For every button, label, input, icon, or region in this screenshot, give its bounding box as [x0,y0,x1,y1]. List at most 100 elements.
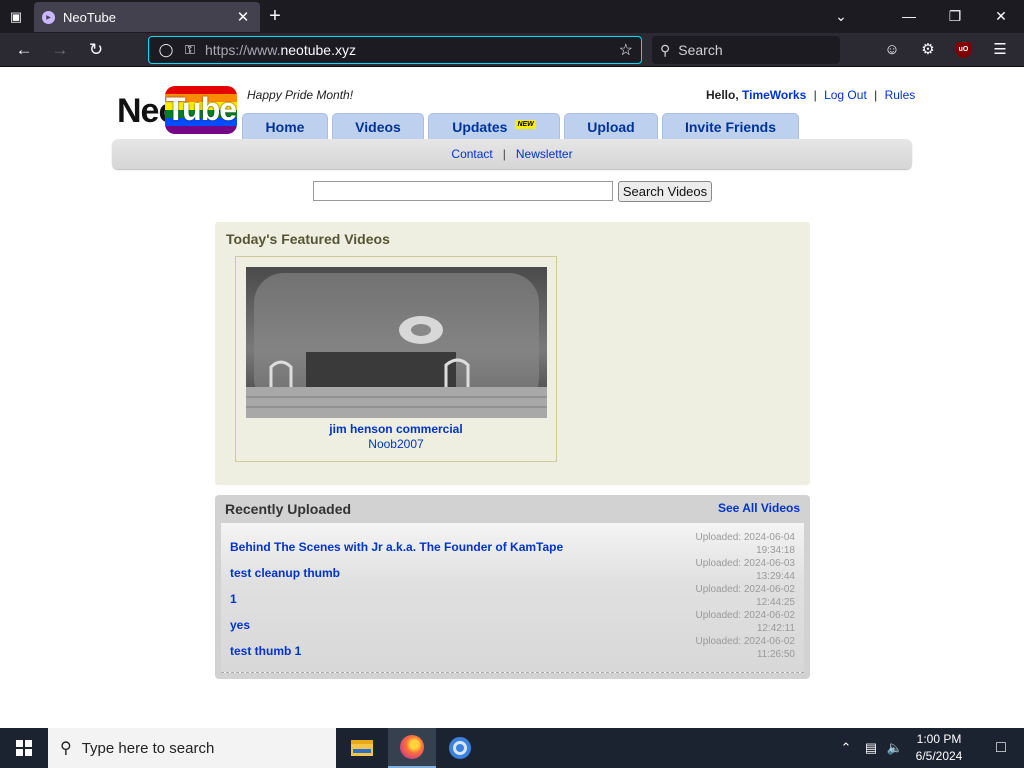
nav-tab-label: Upload [587,118,635,135]
url-text[interactable]: https://www.neotube.xyz [205,42,619,58]
tab-favicon-icon: ▶ [42,10,55,24]
bookmark-star-icon[interactable]: ☆ [619,40,633,60]
new-tab-icon[interactable]: + [264,5,286,27]
tab-list-icon[interactable]: ▣ [6,7,26,27]
recent-video-title[interactable]: test cleanup thumb [230,566,340,580]
rules-link[interactable]: Rules [885,88,916,102]
featured-video-title[interactable]: jim henson commercial [236,422,556,436]
nav-tab-invite-friends[interactable]: Invite Friends [662,113,799,139]
upload-time-label: 11:26:50 [756,649,795,660]
upload-date: Uploaded: 2024-06-02 11:26:50 [675,635,795,661]
url-bar[interactable]: ◯ ⚿ https://www.neotube.xyz ☆ [148,36,642,64]
username-link[interactable]: TimeWorks [742,88,806,102]
shield-icon[interactable]: ◯ [157,42,175,58]
taskbar-chrome[interactable] [436,728,484,768]
recent-video-title[interactable]: test thumb 1 [230,644,301,658]
browser-search-placeholder: Search [678,42,723,58]
featured-video-card: jim henson commercial Noob2007 [235,256,557,462]
list-item: Behind The Scenes with Jr a.k.a. The Fou… [221,531,804,557]
upload-time-label: 12:42:11 [756,623,795,634]
network-icon[interactable]: ▤ [860,728,882,768]
video-search-input[interactable] [313,181,613,201]
taskbar-search-placeholder: Type here to search [81,739,215,757]
nav-tab-home[interactable]: Home [242,113,328,139]
volume-muted-icon[interactable]: 🔈 [884,728,906,768]
upload-date: Uploaded: 2024-06-04 19:34:18 [675,531,795,557]
tab-close-icon[interactable]: ✕ [234,8,252,26]
see-all-videos-link[interactable]: See All Videos [718,501,800,515]
windows-logo-icon [16,740,32,756]
upload-time-label: 19:34:18 [756,545,795,556]
tagline: Happy Pride Month! [247,88,354,102]
nav-tab-videos[interactable]: Videos [332,113,424,139]
extensions-icon[interactable]: ⚙ [916,38,940,62]
list-item: test cleanup thumb Uploaded: 2024-06-03 1… [221,557,804,583]
neotube-page: Neo Tube Happy Pride Month! Hello, TimeW… [0,68,1024,728]
taskbar-file-explorer[interactable] [338,728,386,768]
featured-title: Today's Featured Videos [226,231,390,247]
thumbnail-image [246,267,547,418]
upload-date: Uploaded: 2024-06-02 12:42:11 [675,609,795,635]
windows-taskbar: ⚲ Type here to search ⌃ ▤ 🔈 1:00 PM 6/5/… [0,728,1024,768]
taskbar-clock[interactable]: 1:00 PM 6/5/2024 [906,731,972,765]
browser-titlebar: ▣ ▶ NeoTube ✕ + ⌄ — ❐ ✕ [0,0,1024,33]
minimize-icon[interactable]: — [894,5,924,27]
recent-video-title[interactable]: Behind The Scenes with Jr a.k.a. The Fou… [230,540,563,554]
separator: | [874,88,878,102]
folder-icon [351,740,373,756]
list-item: test thumb 1 Uploaded: 2024-06-02 11:26:5… [221,635,804,661]
start-button[interactable] [0,728,48,768]
forward-icon[interactable]: → [47,38,73,62]
reload-icon[interactable]: ↻ [83,38,109,62]
upload-date-label: Uploaded: 2024-06-02 [695,584,795,595]
restore-icon[interactable]: ❐ [940,5,970,27]
ublock-origin-icon[interactable]: uO [956,42,971,58]
clock-date: 6/5/2024 [915,749,963,763]
nav-tab-label: Videos [355,118,401,135]
notification-icon[interactable]: □ [978,728,1024,768]
upload-time-label: 13:29:44 [756,571,795,582]
lock-icon[interactable]: ⚿ [181,42,199,58]
close-window-icon[interactable]: ✕ [986,5,1016,27]
recent-video-title[interactable]: 1 [230,592,237,606]
logout-link[interactable]: Log Out [824,88,867,102]
recent-list: Behind The Scenes with Jr a.k.a. The Fou… [221,523,804,673]
separator: | [502,147,506,161]
video-thumbnail[interactable] [246,267,547,418]
nav-tab-updates[interactable]: Updates NEW [428,113,560,139]
hamburger-menu-icon[interactable]: ☰ [988,38,1012,62]
sub-nav-bar: Contact | Newsletter [112,139,912,169]
search-icon: ⚲ [660,41,671,58]
contact-link[interactable]: Contact [451,147,492,161]
url-prefix: https://www. [205,42,281,58]
browser-tab-neotube[interactable]: ▶ NeoTube ✕ [34,2,260,32]
tray-chevron-up-icon[interactable]: ⌃ [836,728,856,768]
list-item: 1 Uploaded: 2024-06-02 12:44:25 [221,583,804,609]
nav-tab-label: Home [265,118,305,135]
recently-uploaded-panel: Recently Uploaded See All Videos Behind … [215,495,810,679]
upload-date-label: Uploaded: 2024-06-02 [695,610,795,621]
neotube-logo[interactable]: Neo Tube [117,86,239,136]
upload-date: Uploaded: 2024-06-03 13:29:44 [675,557,795,583]
nav-tab-label: Updates [452,118,508,135]
featured-video-author[interactable]: Noob2007 [236,437,556,451]
browser-search-box[interactable]: ⚲ Search [652,36,840,64]
search-icon: ⚲ [60,740,72,757]
featured-videos-panel: Today's Featured Videos jim henson comme… [215,222,810,485]
clock-time: 1:00 PM [916,732,962,746]
back-icon[interactable]: ← [11,38,37,62]
newsletter-link[interactable]: Newsletter [516,147,573,161]
upload-date-label: Uploaded: 2024-06-04 [695,532,795,543]
taskbar-firefox[interactable] [388,728,436,768]
separator: | [813,88,817,102]
account-icon[interactable]: ☺ [880,38,904,62]
url-domain: neotube.xyz [280,42,356,58]
search-videos-button[interactable]: Search Videos [618,181,712,202]
nav-tab-upload[interactable]: Upload [564,113,658,139]
taskbar-search-box[interactable]: ⚲ Type here to search [48,728,336,768]
list-item: yes Uploaded: 2024-06-02 12:42:11 [221,609,804,635]
nav-tab-label: Invite Friends [684,118,777,135]
chevron-down-icon[interactable]: ⌄ [826,5,856,27]
recent-video-title[interactable]: yes [230,618,250,632]
chrome-icon [449,737,471,759]
